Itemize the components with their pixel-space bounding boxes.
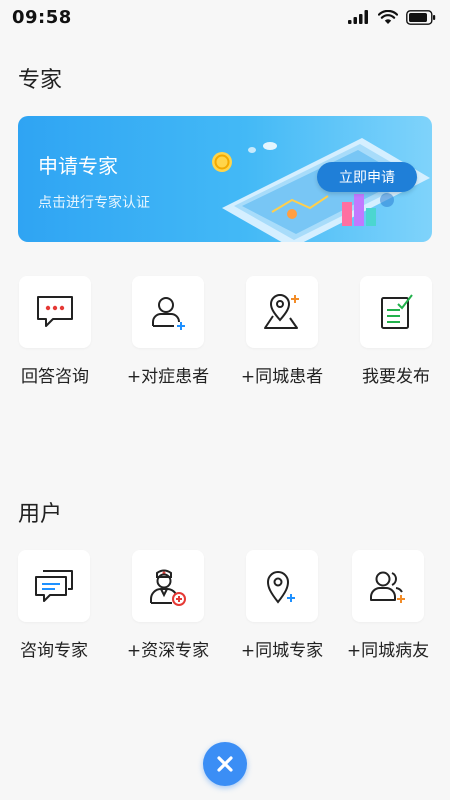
consult-expert-label: 咨询专家 — [20, 641, 88, 661]
nurse-add-icon — [150, 569, 186, 606]
location-add-icon — [266, 571, 295, 604]
user-section-title: 用户 — [18, 502, 63, 527]
chat-messages-icon — [35, 570, 73, 602]
local-patient-friends-label: +同城病友 — [346, 641, 430, 661]
edit-note-icon — [381, 294, 413, 329]
local-experts-tile[interactable] — [246, 550, 318, 622]
matching-patients-item[interactable]: +对症患者 — [116, 276, 220, 387]
chat-bubble-icon — [37, 296, 73, 327]
status-time: 09:58 — [12, 6, 72, 28]
publish-label: 我要发布 — [362, 367, 430, 387]
map-pin-add-icon — [264, 294, 299, 329]
senior-expert-item[interactable]: +资深专家 — [116, 550, 220, 661]
senior-expert-label: +资深专家 — [126, 641, 210, 661]
local-experts-label: +同城专家 — [240, 641, 324, 661]
answer-consult-item[interactable]: 回答咨询 — [3, 276, 107, 387]
consult-expert-tile[interactable] — [18, 550, 90, 622]
local-experts-item[interactable]: +同城专家 — [230, 550, 334, 661]
status-bar: 09:58 — [0, 0, 450, 34]
apply-now-button[interactable]: 立即申请 — [317, 162, 417, 192]
banner-title: 申请专家 — [38, 154, 118, 178]
publish-item[interactable]: 我要发布 — [344, 276, 448, 387]
expert-section-title: 专家 — [18, 68, 63, 93]
local-patients-item[interactable]: +同城患者 — [230, 276, 334, 387]
answer-consult-tile[interactable] — [19, 276, 91, 348]
publish-tile[interactable] — [360, 276, 432, 348]
matching-patients-tile[interactable] — [132, 276, 204, 348]
battery-icon — [406, 9, 436, 25]
wifi-icon — [378, 9, 398, 24]
senior-expert-tile[interactable] — [132, 550, 204, 622]
local-patients-tile[interactable] — [246, 276, 318, 348]
local-patient-friends-tile[interactable] — [352, 550, 424, 622]
users-add-icon — [370, 571, 405, 603]
answer-consult-label: 回答咨询 — [21, 367, 89, 387]
local-patient-friends-item[interactable]: +同城病友 — [336, 550, 440, 661]
matching-patients-label: +对症患者 — [126, 367, 210, 387]
consult-expert-item[interactable]: 咨询专家 — [2, 550, 106, 661]
close-button[interactable] — [203, 742, 247, 786]
banner-subtitle: 点击进行专家认证 — [38, 195, 150, 211]
local-patients-label: +同城患者 — [240, 367, 324, 387]
signal-icon — [348, 10, 368, 24]
status-icons — [348, 9, 436, 25]
user-add-icon — [152, 297, 185, 330]
apply-expert-banner[interactable]: 申请专家 点击进行专家认证 立即申请 — [18, 116, 432, 242]
close-icon — [217, 756, 233, 772]
